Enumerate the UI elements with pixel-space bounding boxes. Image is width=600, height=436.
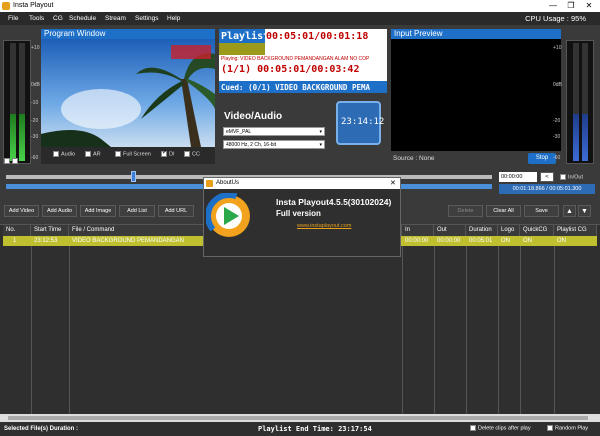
add-video-button[interactable]: Add Video	[4, 205, 39, 217]
playlist-time: 00:05:01/00:01:18	[266, 31, 369, 42]
vu-scale-label: +10	[31, 45, 40, 51]
column-header[interactable]: No.	[3, 225, 31, 236]
in-out-option[interactable]: In/Out	[560, 174, 583, 180]
column-header[interactable]: In	[402, 225, 434, 236]
input-preview-window: Input Preview Source : None Stop	[391, 29, 561, 164]
row-file: VIDEO BACKGROUND PEMANDANGAN	[72, 238, 185, 244]
move-down-button[interactable]: ▼	[578, 205, 591, 217]
app-logo-icon	[2, 2, 10, 10]
input-preview-title: Input Preview	[391, 29, 561, 39]
insta-playout-logo	[206, 193, 252, 239]
menu-schedule[interactable]: Schedule	[69, 15, 96, 22]
cued-file: Cued: (0/1) VIDEO BACKGROUND PEMA	[221, 83, 371, 92]
edition-label: Full version	[276, 209, 321, 218]
close-button[interactable]: ✕	[584, 1, 594, 11]
ar-option[interactable]: AR	[85, 151, 101, 157]
cpu-usage: CPU Usage : 95%	[525, 14, 586, 23]
menu-cg[interactable]: CG	[53, 15, 63, 22]
vu-scale-label: -60	[553, 155, 561, 161]
row-start-time: 23:12:53	[34, 238, 58, 244]
menu-tools[interactable]: Tools	[29, 15, 44, 22]
stop-button[interactable]: Stop	[528, 153, 556, 164]
fullscreen-option[interactable]: Full Screen	[115, 151, 151, 157]
input-source-label: Source : None	[393, 155, 435, 162]
column-header[interactable]: Start Time	[31, 225, 69, 236]
column-header[interactable]: Out	[434, 225, 466, 236]
window-title: Insta Playout	[13, 2, 54, 9]
row-in: 00:00:00	[405, 238, 429, 244]
vu-scale-label: -60	[31, 155, 39, 161]
delete-button[interactable]: Delete	[448, 205, 483, 217]
row-logo: ON	[501, 238, 510, 244]
vu-mute-checkboxes[interactable]	[4, 158, 20, 164]
vu-scale-label: -10	[31, 100, 39, 106]
video-audio-title: Video/Audio	[224, 111, 283, 122]
vu-left-channel	[10, 43, 16, 161]
playlist-end-time: Playlist End Time: 23:17:54	[258, 425, 372, 433]
clock-widget: 23:14:12	[336, 101, 385, 145]
menu-help[interactable]: Help	[167, 15, 180, 22]
time-in-field[interactable]: 00:00:00	[499, 172, 537, 182]
vu-right-channel	[19, 43, 25, 161]
dialog-title: AboutUs	[216, 180, 240, 186]
input-vu-meter	[566, 40, 594, 164]
menu-bar: File Tools CG Schedule Stream Settings H…	[0, 12, 600, 25]
dialog-close-button[interactable]: ✕	[390, 179, 396, 187]
maximize-button[interactable]: ❐	[566, 1, 576, 11]
di-option[interactable]: DI	[161, 149, 175, 157]
program-vu-meter	[3, 40, 31, 164]
program-video-preview	[41, 39, 215, 147]
menu-settings[interactable]: Settings	[135, 15, 159, 22]
window-title-bar: Insta Playout — ❐ ✕	[0, 0, 600, 12]
vu-scale-label: -30	[553, 134, 561, 140]
minimize-button[interactable]: —	[548, 1, 558, 11]
column-header[interactable]: Playlist CG	[554, 225, 597, 236]
audio-format-select[interactable]: 48000 Hz, 2 Ch, 16-bit ▾	[223, 140, 325, 149]
column-header[interactable]: QuickCG	[520, 225, 554, 236]
scrollbar-thumb[interactable]	[8, 416, 588, 420]
vu-scale-label: +10	[553, 45, 562, 51]
vu-scale-label: -30	[31, 134, 39, 140]
about-dialog: AboutUs ✕ Insta Playout4.5.5(30102024) F…	[203, 177, 401, 257]
website-link[interactable]: www.instaplayout.com	[297, 223, 351, 229]
row-quickcg: ON	[523, 238, 532, 244]
clear-all-button[interactable]: Clear All	[486, 205, 521, 217]
position-readout: 00:01:18.866 / 00:05:01.300	[499, 184, 595, 194]
add-url-button[interactable]: Add URL	[158, 205, 194, 217]
cc-option[interactable]: CC	[184, 151, 200, 157]
vu-scale-label: 0dB	[553, 82, 562, 88]
clock-time: 23:14:12	[341, 117, 385, 127]
program-window-title: Program Window	[41, 29, 215, 39]
dialog-app-icon	[206, 180, 213, 187]
menu-stream[interactable]: Stream	[105, 15, 126, 22]
random-play-option[interactable]: Random Play	[547, 425, 588, 431]
audio-option[interactable]: Audio	[53, 151, 75, 157]
playing-file: Playing: VIDEO BACKGROUND PEMANDANGAN AL…	[221, 56, 370, 62]
vu-scale-label: -20	[31, 118, 39, 124]
vu-scale-label: 0dB	[31, 82, 40, 88]
column-header[interactable]: Logo	[498, 225, 520, 236]
row-playlist-cg: ON	[557, 238, 566, 244]
row-number: 1	[13, 238, 17, 244]
delete-after-play-option[interactable]: Delete clips after play	[470, 425, 531, 431]
selected-duration: Selected File(s) Duration :	[4, 426, 79, 432]
add-audio-button[interactable]: Add Audio	[42, 205, 77, 217]
row-out: 00:00:00	[437, 238, 461, 244]
row-duration: 00:05:01	[469, 238, 493, 244]
add-list-button[interactable]: Add List	[119, 205, 155, 217]
add-image-button[interactable]: Add Image	[80, 205, 116, 217]
seek-slider-handle[interactable]	[131, 171, 136, 182]
playlist-status-panel: Playlist: 00:05:01/00:01:18 Playing: VID…	[219, 29, 387, 159]
save-button[interactable]: Save	[524, 205, 559, 217]
vu-scale-label: -20	[553, 118, 561, 124]
column-header[interactable]: Duration	[466, 225, 498, 236]
menu-file[interactable]: File	[8, 15, 18, 22]
playing-time: (1/1) 00:05:01/00:03:42	[221, 64, 360, 75]
product-version: Insta Playout4.5.5(30102024)	[276, 197, 392, 207]
program-window: Program Window Audio AR Full Screen DI C…	[41, 29, 215, 164]
set-in-button[interactable]: <	[540, 172, 554, 182]
input-preview-screen	[391, 39, 561, 151]
move-up-button[interactable]: ▲	[563, 205, 576, 217]
video-format-select[interactable]: eMVF_PAL ▾	[223, 127, 325, 136]
